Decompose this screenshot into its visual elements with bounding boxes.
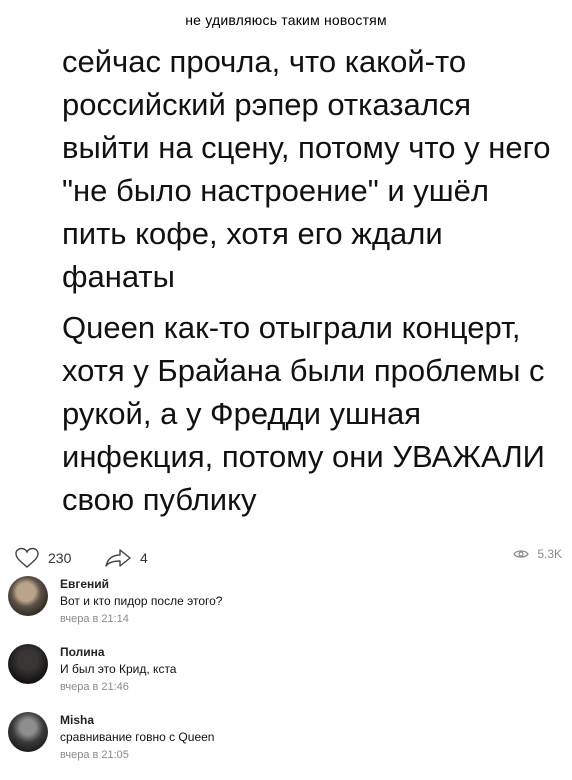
like-button[interactable]: 230 [14,547,71,569]
comment-item: Полина И был это Крид, кста вчера в 21:4… [8,644,548,704]
avatar[interactable] [8,644,48,684]
eye-icon [513,550,530,558]
comment-item: Misha сравнивание говно с Queen вчера в … [8,712,548,772]
like-count: 230 [48,550,72,566]
avatar[interactable] [8,576,48,616]
share-button[interactable]: 4 [104,547,148,569]
comment-author[interactable]: Полина [60,644,176,660]
share-arrow-icon [105,549,131,567]
comment-timestamp: вчера в 21:05 [60,749,129,761]
heart-icon [15,547,39,568]
post-actions-bar: 230 4 5.3K [14,545,562,573]
views-count: 5.3K [537,547,562,561]
comment-text: Вот и кто пидор после этого? [60,594,223,608]
comment-item: Евгений Вот и кто пидор после этого? вче… [8,576,548,636]
comment-timestamp: вчера в 21:14 [60,613,129,625]
post-body: сейчас прочла, что какой-то российский р… [62,40,552,529]
comment-text: И был это Крид, кста [60,662,177,676]
comment-text: сравнивание говно с Queen [60,730,215,744]
share-count: 4 [140,550,148,566]
comment-timestamp: вчера в 21:46 [60,681,129,693]
comment-author[interactable]: Misha [60,712,214,728]
post-paragraph: Queen как-то отыграли концерт, хотя у Бр… [62,310,545,517]
post-caption: не удивляюсь таким новостям [185,12,387,28]
views-counter: 5.3K [513,547,562,561]
comment-author[interactable]: Евгений [60,576,222,592]
post-paragraph: сейчас прочла, что какой-то российский р… [62,44,551,294]
avatar[interactable] [8,712,48,752]
